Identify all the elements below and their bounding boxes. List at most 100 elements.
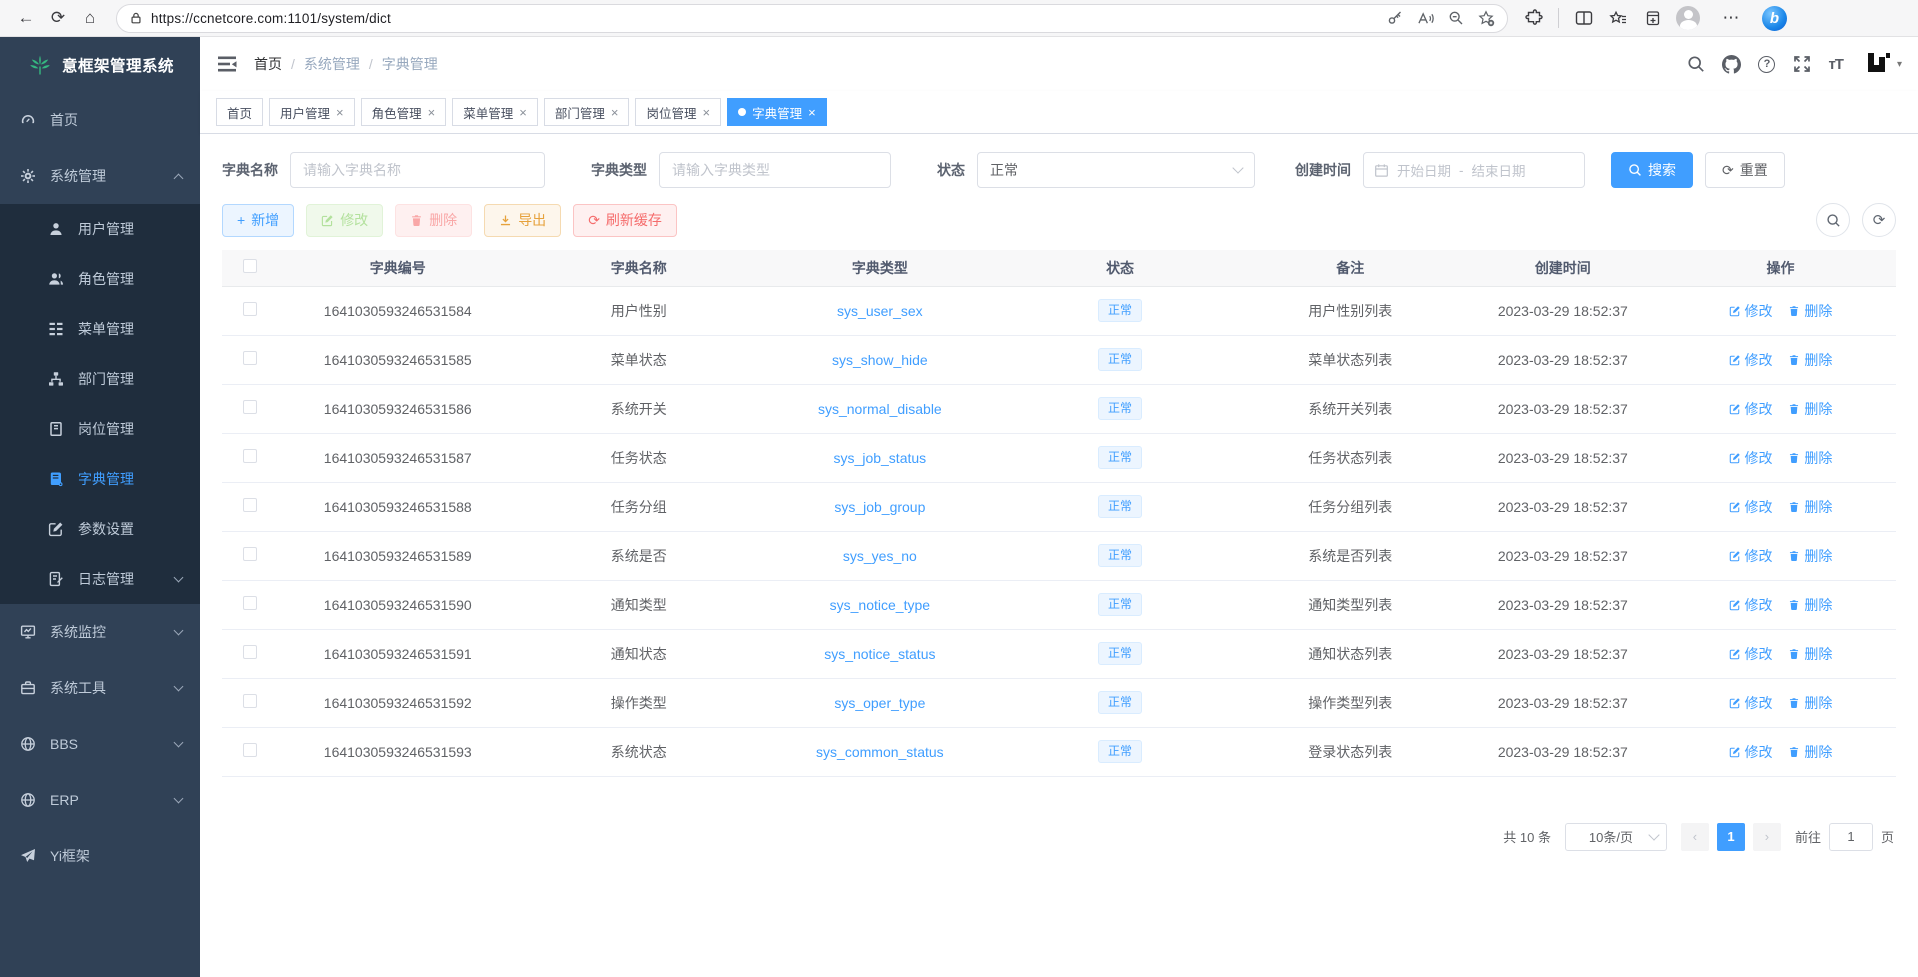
sidebar-item-erp[interactable]: ERP xyxy=(0,772,200,828)
row-edit-link[interactable]: 修改 xyxy=(1729,301,1773,321)
tab-dict-mgmt[interactable]: 字典管理 × xyxy=(727,98,827,126)
browser-home-button[interactable]: ⌂ xyxy=(74,3,106,33)
tab-close-icon[interactable]: × xyxy=(702,106,710,119)
row-edit-link[interactable]: 修改 xyxy=(1729,595,1773,615)
sidebar-item-bbs[interactable]: BBS xyxy=(0,716,200,772)
url-text[interactable]: https://ccnetcore.com:1101/system/dict xyxy=(151,11,1379,26)
row-edit-link[interactable]: 修改 xyxy=(1729,693,1773,713)
reset-button[interactable]: ⟳ 重置 xyxy=(1705,152,1785,188)
edit-button[interactable]: 修改 xyxy=(306,204,383,237)
row-edit-link[interactable]: 修改 xyxy=(1729,399,1773,419)
add-favorite-icon[interactable] xyxy=(1478,10,1495,27)
dict-type-input[interactable] xyxy=(659,152,891,188)
row-delete-link[interactable]: 删除 xyxy=(1788,497,1832,517)
dict-type-link[interactable]: sys_notice_status xyxy=(824,646,935,662)
sidebar-item-system-tools[interactable]: 系统工具 xyxy=(0,660,200,716)
next-page-button[interactable]: › xyxy=(1753,823,1781,851)
sidebar-collapse-icon[interactable] xyxy=(216,53,238,75)
browser-reload-button[interactable]: ⟳ xyxy=(42,3,74,33)
bing-sidebar-icon[interactable]: b xyxy=(1762,6,1787,31)
dict-type-link[interactable]: sys_job_group xyxy=(834,499,925,515)
select-all-checkbox[interactable] xyxy=(243,259,257,273)
dict-type-link[interactable]: sys_user_sex xyxy=(837,303,923,319)
row-delete-link[interactable]: 删除 xyxy=(1788,693,1832,713)
tab-user-mgmt[interactable]: 用户管理 × xyxy=(269,98,355,126)
sidebar-item-param-settings[interactable]: 参数设置 xyxy=(0,504,200,554)
browser-menu-icon[interactable]: ⋯ xyxy=(1715,3,1747,33)
status-select[interactable]: 正常 xyxy=(977,152,1255,188)
tab-post-mgmt[interactable]: 岗位管理 × xyxy=(635,98,721,126)
profile-avatar[interactable] xyxy=(1676,6,1700,30)
user-menu[interactable]: ▾ xyxy=(1866,51,1902,77)
row-delete-link[interactable]: 删除 xyxy=(1788,301,1832,321)
sidebar-item-system-monitor[interactable]: 系统监控 xyxy=(0,604,200,660)
collections-icon[interactable] xyxy=(1642,9,1661,28)
dict-type-link[interactable]: sys_yes_no xyxy=(843,548,917,564)
row-delete-link[interactable]: 删除 xyxy=(1788,448,1832,468)
add-button[interactable]: + 新增 xyxy=(222,204,294,237)
show-search-toggle-button[interactable] xyxy=(1816,203,1850,237)
page-size-select[interactable]: 10条/页 xyxy=(1565,823,1667,851)
row-checkbox[interactable] xyxy=(243,596,257,610)
export-button[interactable]: 导出 xyxy=(484,204,561,237)
password-key-icon[interactable] xyxy=(1387,10,1403,26)
dict-type-link[interactable]: sys_oper_type xyxy=(834,695,925,711)
sidebar-item-dept-mgmt[interactable]: 部门管理 xyxy=(0,354,200,404)
tab-close-icon[interactable]: × xyxy=(428,106,436,119)
sidebar-item-menu-mgmt[interactable]: 菜单管理 xyxy=(0,304,200,354)
tab-close-icon[interactable]: × xyxy=(808,106,816,119)
refresh-cache-button[interactable]: ⟳ 刷新缓存 xyxy=(573,204,677,237)
zoom-out-icon[interactable] xyxy=(1448,10,1464,26)
row-checkbox[interactable] xyxy=(243,694,257,708)
sidebar-item-yi-framework[interactable]: Yi框架 xyxy=(0,828,200,884)
extensions-icon[interactable] xyxy=(1524,9,1543,28)
row-edit-link[interactable]: 修改 xyxy=(1729,546,1773,566)
dict-type-link[interactable]: sys_normal_disable xyxy=(818,401,942,417)
fullscreen-icon[interactable] xyxy=(1792,55,1811,74)
row-edit-link[interactable]: 修改 xyxy=(1729,742,1773,762)
browser-back-button[interactable]: ← xyxy=(10,3,42,33)
row-delete-link[interactable]: 删除 xyxy=(1788,595,1832,615)
row-delete-link[interactable]: 删除 xyxy=(1788,399,1832,419)
row-checkbox[interactable] xyxy=(243,645,257,659)
row-edit-link[interactable]: 修改 xyxy=(1729,448,1773,468)
row-delete-link[interactable]: 删除 xyxy=(1788,742,1832,762)
tab-role-mgmt[interactable]: 角色管理 × xyxy=(361,98,447,126)
sidebar-item-home[interactable]: 首页 xyxy=(0,92,200,148)
date-range-picker[interactable]: 开始日期 - 结束日期 xyxy=(1363,152,1585,188)
row-checkbox[interactable] xyxy=(243,302,257,316)
app-logo[interactable]: 意框架管理系统 xyxy=(0,37,200,92)
header-search-icon[interactable] xyxy=(1686,55,1705,74)
tab-menu-mgmt[interactable]: 菜单管理 × xyxy=(452,98,538,126)
row-delete-link[interactable]: 删除 xyxy=(1788,350,1832,370)
delete-button[interactable]: 删除 xyxy=(395,204,472,237)
github-icon[interactable] xyxy=(1722,55,1741,74)
tab-close-icon[interactable]: × xyxy=(519,106,527,119)
sidebar-item-user-mgmt[interactable]: 用户管理 xyxy=(0,204,200,254)
tab-dept-mgmt[interactable]: 部门管理 × xyxy=(544,98,630,126)
refresh-table-button[interactable]: ⟳ xyxy=(1862,203,1896,237)
row-delete-link[interactable]: 删除 xyxy=(1788,546,1832,566)
tab-home[interactable]: 首页 xyxy=(216,98,263,126)
tab-close-icon[interactable]: × xyxy=(611,106,619,119)
favorites-icon[interactable] xyxy=(1608,9,1627,28)
row-checkbox[interactable] xyxy=(243,498,257,512)
row-checkbox[interactable] xyxy=(243,351,257,365)
sidebar-item-log-mgmt[interactable]: 日志管理 xyxy=(0,554,200,604)
row-edit-link[interactable]: 修改 xyxy=(1729,350,1773,370)
dict-type-link[interactable]: sys_common_status xyxy=(816,744,944,760)
breadcrumb-home[interactable]: 首页 xyxy=(254,54,282,74)
row-checkbox[interactable] xyxy=(243,449,257,463)
read-aloud-icon[interactable] xyxy=(1417,11,1434,26)
sidebar-item-role-mgmt[interactable]: 角色管理 xyxy=(0,254,200,304)
row-checkbox[interactable] xyxy=(243,743,257,757)
page-number-button[interactable]: 1 xyxy=(1717,823,1745,851)
docs-help-icon[interactable]: ? xyxy=(1758,56,1775,73)
address-bar[interactable]: https://ccnetcore.com:1101/system/dict xyxy=(116,4,1508,33)
dict-type-link[interactable]: sys_job_status xyxy=(834,450,927,466)
row-edit-link[interactable]: 修改 xyxy=(1729,644,1773,664)
dict-type-link[interactable]: sys_notice_type xyxy=(830,597,930,613)
dict-name-input[interactable] xyxy=(290,152,545,188)
sidebar-item-dict-mgmt[interactable]: 字典管理 xyxy=(0,454,200,504)
sidebar-item-system-mgmt[interactable]: 系统管理 xyxy=(0,148,200,204)
